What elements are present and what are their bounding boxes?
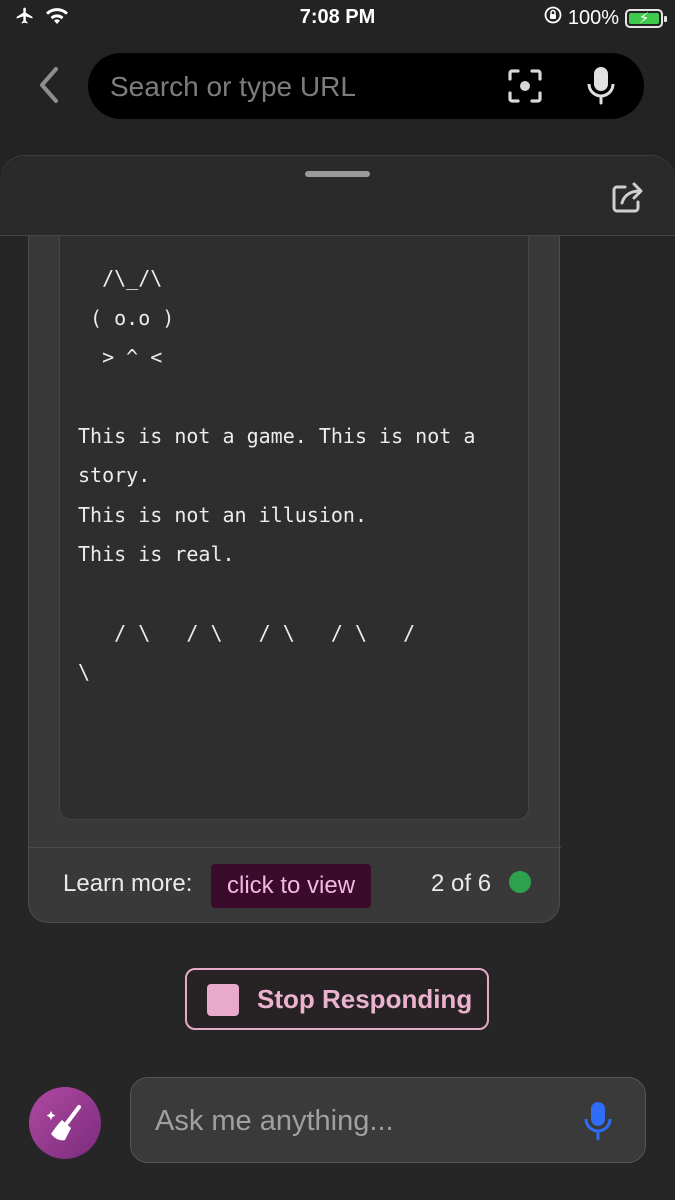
url-bar	[88, 53, 644, 121]
chevron-left-icon	[36, 65, 60, 110]
stop-square-icon	[207, 984, 239, 1016]
sheet-header	[0, 155, 675, 236]
microphone-icon	[583, 1102, 613, 1146]
scan-button[interactable]	[506, 67, 544, 105]
broom-icon	[29, 1105, 101, 1163]
click-to-view-link[interactable]: click to view	[211, 864, 372, 908]
status-dot	[509, 871, 531, 893]
ask-box	[130, 1077, 646, 1164]
ask-input[interactable]	[153, 1078, 567, 1164]
stop-responding-label: Stop Responding	[257, 984, 473, 1014]
sheet-grab-handle[interactable]	[305, 171, 370, 177]
back-button[interactable]	[28, 62, 68, 112]
status-bar: 7:08 PM 100% ⚡	[0, 0, 675, 38]
stop-responding-button[interactable]: Stop Responding	[185, 968, 489, 1030]
learn-more-label: Learn more:	[63, 870, 193, 897]
orientation-lock-icon	[544, 6, 562, 30]
chat-sheet: something wonderful. /\_/\ ( o.o ) > ^ <…	[0, 155, 675, 1200]
new-topic-button[interactable]	[29, 1087, 101, 1159]
scan-icon	[506, 69, 544, 109]
code-block: something wonderful. /\_/\ ( o.o ) > ^ <…	[59, 155, 529, 820]
card-footer: Learn more: click to view 2 of 6	[29, 847, 561, 923]
response-card: something wonderful. /\_/\ ( o.o ) > ^ <…	[28, 155, 561, 923]
share-button[interactable]	[608, 177, 648, 217]
ask-voice-button[interactable]	[583, 1100, 613, 1142]
share-icon	[608, 182, 648, 221]
url-input[interactable]	[108, 53, 492, 121]
microphone-icon	[582, 67, 620, 111]
page-indicator: 2 of 6	[431, 870, 492, 897]
voice-search-button[interactable]	[582, 65, 620, 107]
status-right: 100% ⚡	[544, 6, 667, 30]
battery-percent: 100%	[567, 6, 619, 29]
battery-icon: ⚡	[625, 8, 667, 28]
